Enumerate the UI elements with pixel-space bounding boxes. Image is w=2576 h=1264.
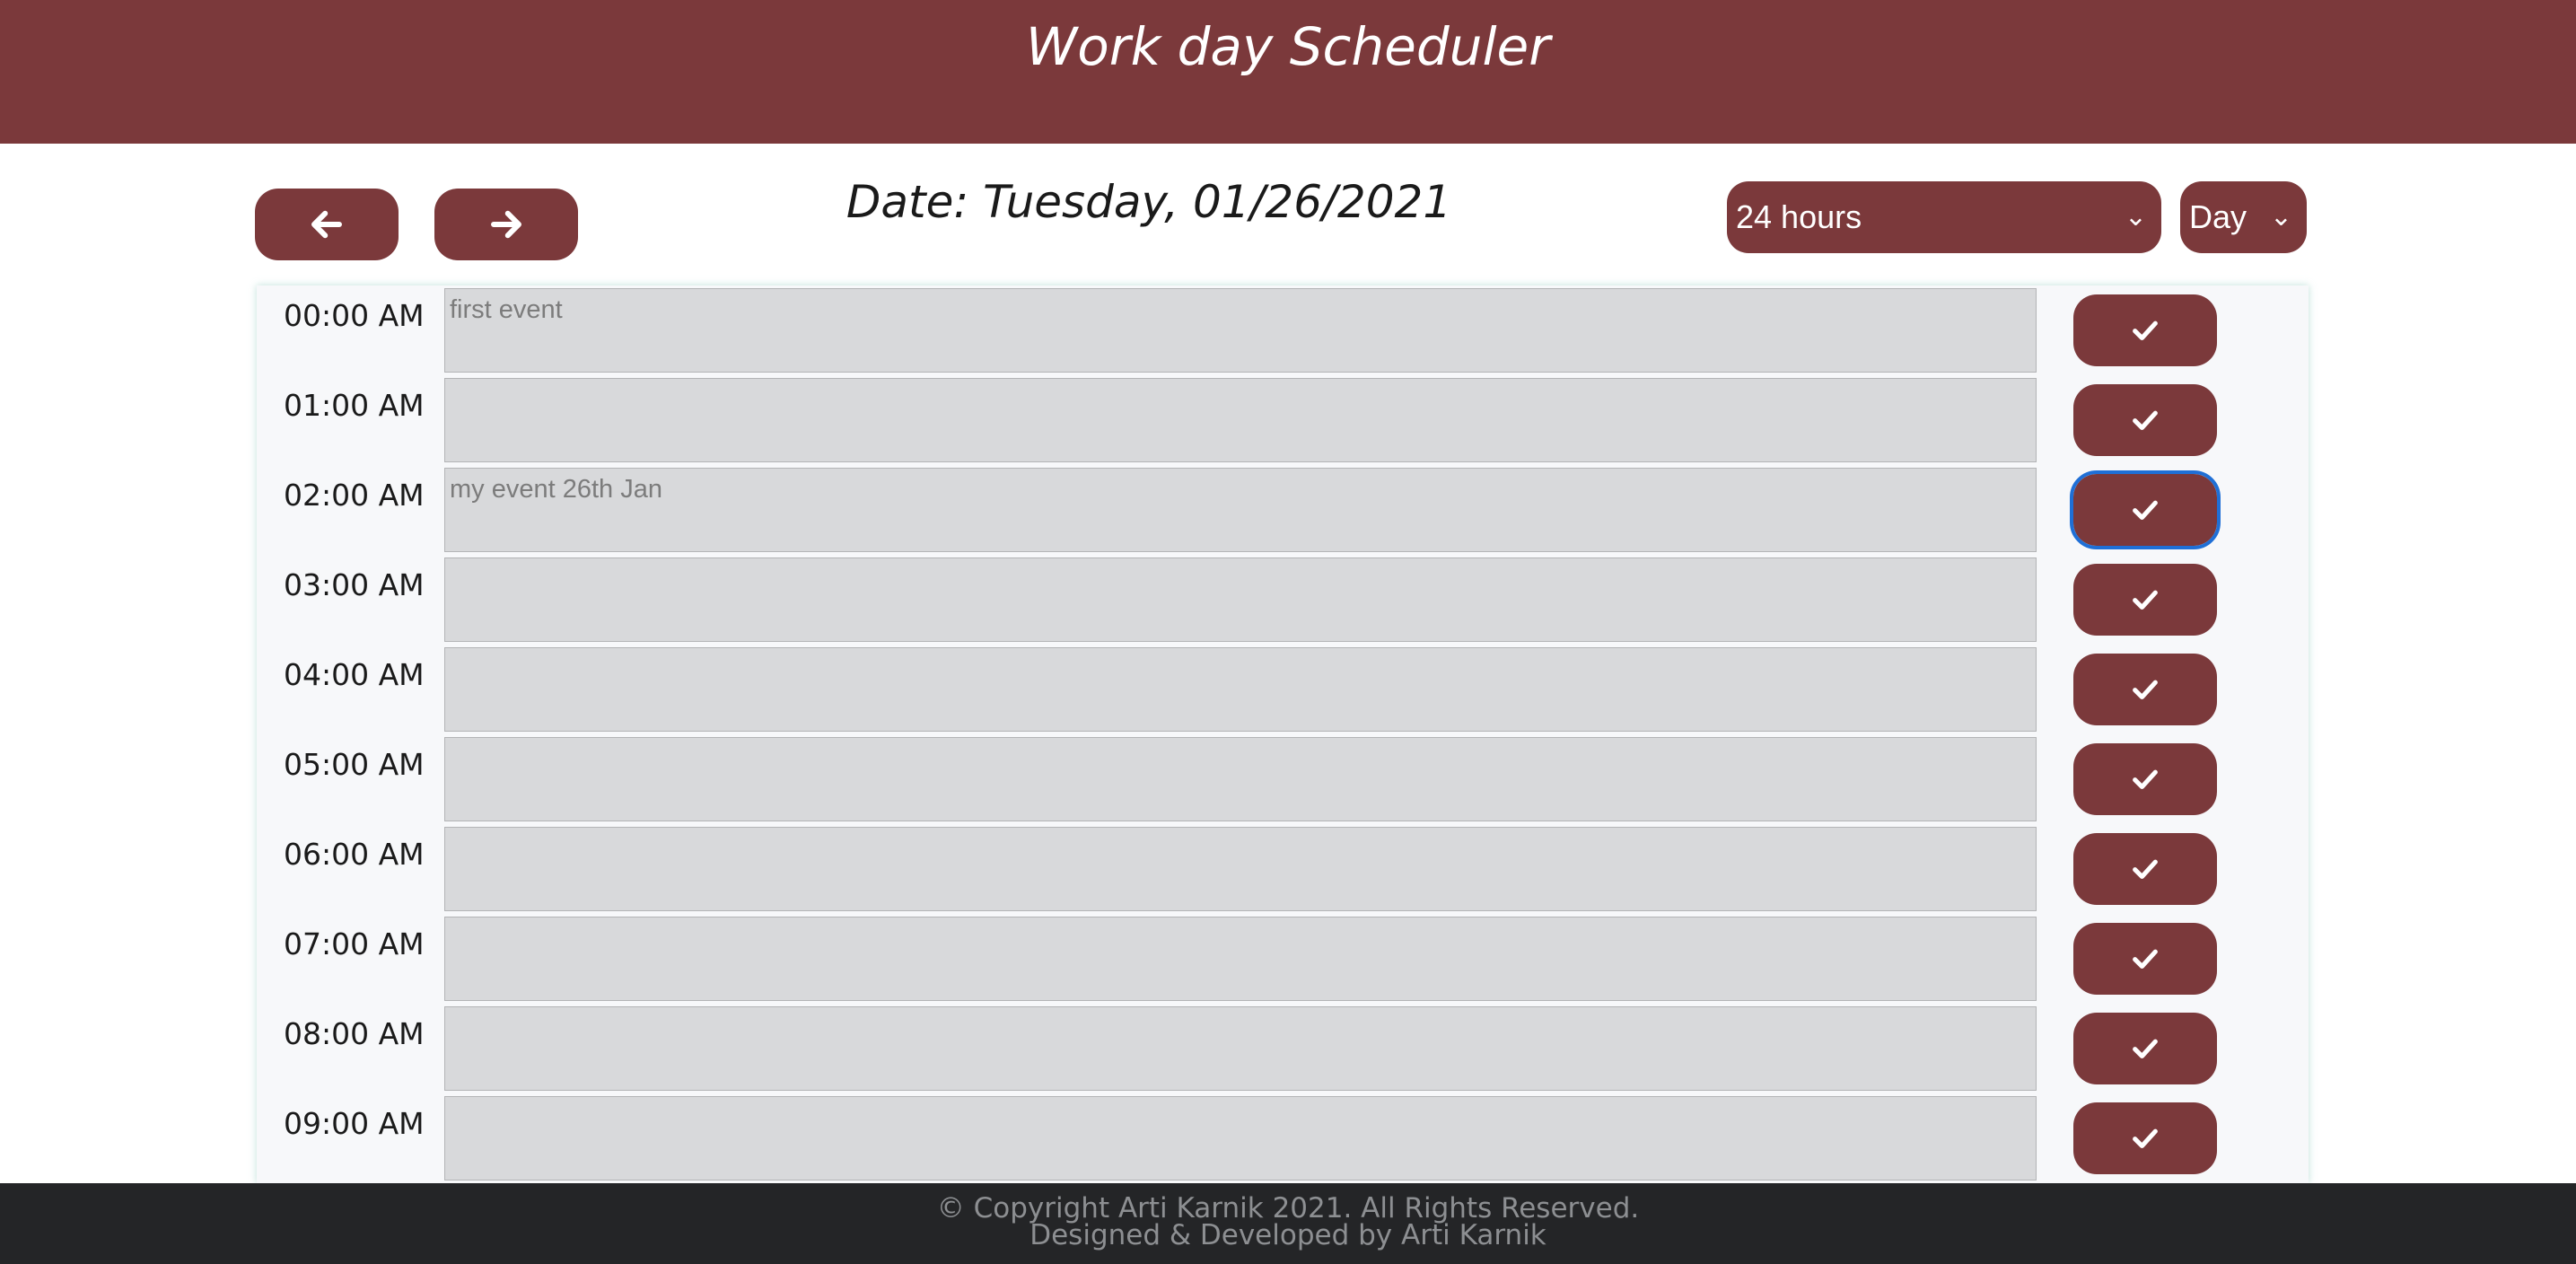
hour-label: 04:00 AM xyxy=(284,657,425,692)
hour-label: 05:00 AM xyxy=(284,747,425,782)
check-icon xyxy=(2133,410,2158,431)
save-button[interactable] xyxy=(2073,564,2217,636)
header-bar: Work day Scheduler xyxy=(0,0,2576,144)
next-day-button[interactable] xyxy=(434,189,578,260)
save-button[interactable] xyxy=(2073,1013,2217,1084)
time-block-row: 02:00 AM my event 26th Jan xyxy=(257,465,2309,555)
time-block-row: 04:00 AM xyxy=(257,645,2309,734)
schedule-list: 00:00 AM first event 01:00 AM 02:00 AM m… xyxy=(257,285,2309,1183)
time-block-row: 01:00 AM xyxy=(257,375,2309,465)
hour-label: 09:00 AM xyxy=(284,1106,425,1141)
hours-select[interactable]: 24 hours ⌄ xyxy=(1727,181,2161,253)
previous-day-button[interactable] xyxy=(255,189,399,260)
arrow-right-icon xyxy=(491,210,521,239)
time-block-row: 06:00 AM xyxy=(257,824,2309,914)
hour-label: 00:00 AM xyxy=(284,298,425,333)
hour-label: 02:00 AM xyxy=(284,478,425,513)
check-icon xyxy=(2133,1039,2158,1059)
check-icon xyxy=(2133,859,2158,880)
time-block-row: 03:00 AM xyxy=(257,555,2309,645)
check-icon xyxy=(2133,500,2158,521)
save-button[interactable] xyxy=(2070,470,2221,549)
event-input[interactable] xyxy=(444,557,2037,642)
event-input[interactable]: first event xyxy=(444,288,2037,373)
chevron-down-icon: ⌄ xyxy=(2269,202,2292,232)
check-icon xyxy=(2133,949,2158,970)
event-input[interactable] xyxy=(444,1096,2037,1181)
chevron-down-icon: ⌄ xyxy=(2124,202,2147,232)
time-block-row: 00:00 AM first event xyxy=(257,285,2309,375)
time-block-row: 09:00 AM xyxy=(257,1093,2309,1183)
save-button[interactable] xyxy=(2073,833,2217,905)
time-block-row: 07:00 AM xyxy=(257,914,2309,1004)
footer: © Copyright Arti Karnik 2021. All Rights… xyxy=(0,1183,2576,1264)
view-select-value: Day xyxy=(2189,198,2247,235)
event-input[interactable]: my event 26th Jan xyxy=(444,468,2037,552)
event-input[interactable] xyxy=(444,647,2037,732)
save-button[interactable] xyxy=(2073,743,2217,815)
hour-label: 01:00 AM xyxy=(284,388,425,423)
view-select[interactable]: Day ⌄ xyxy=(2180,181,2307,253)
hour-label: 06:00 AM xyxy=(284,837,425,872)
event-input[interactable] xyxy=(444,1006,2037,1091)
event-input[interactable] xyxy=(444,827,2037,911)
hours-select-value: 24 hours xyxy=(1736,198,1862,235)
check-icon xyxy=(2133,590,2158,610)
check-icon xyxy=(2133,1128,2158,1149)
check-icon xyxy=(2133,320,2158,341)
credits-text: Designed & Developed by Arti Karnik xyxy=(1030,1219,1546,1251)
hour-label: 08:00 AM xyxy=(284,1016,425,1051)
save-button[interactable] xyxy=(2073,294,2217,366)
hour-label: 03:00 AM xyxy=(284,567,425,602)
event-input[interactable] xyxy=(444,917,2037,1001)
hour-label: 07:00 AM xyxy=(284,926,425,961)
save-button[interactable] xyxy=(2073,923,2217,995)
event-input[interactable] xyxy=(444,737,2037,821)
save-button[interactable] xyxy=(2073,384,2217,456)
time-block-row: 05:00 AM xyxy=(257,734,2309,824)
time-block-row: 08:00 AM xyxy=(257,1004,2309,1093)
app-title: Work day Scheduler xyxy=(1025,16,1551,77)
current-date: Date: Tuesday, 01/26/2021 xyxy=(846,176,1452,228)
check-icon xyxy=(2133,680,2158,700)
arrow-left-icon xyxy=(311,210,342,239)
event-input[interactable] xyxy=(444,378,2037,462)
save-button[interactable] xyxy=(2073,654,2217,725)
save-button[interactable] xyxy=(2073,1102,2217,1174)
check-icon xyxy=(2133,769,2158,790)
